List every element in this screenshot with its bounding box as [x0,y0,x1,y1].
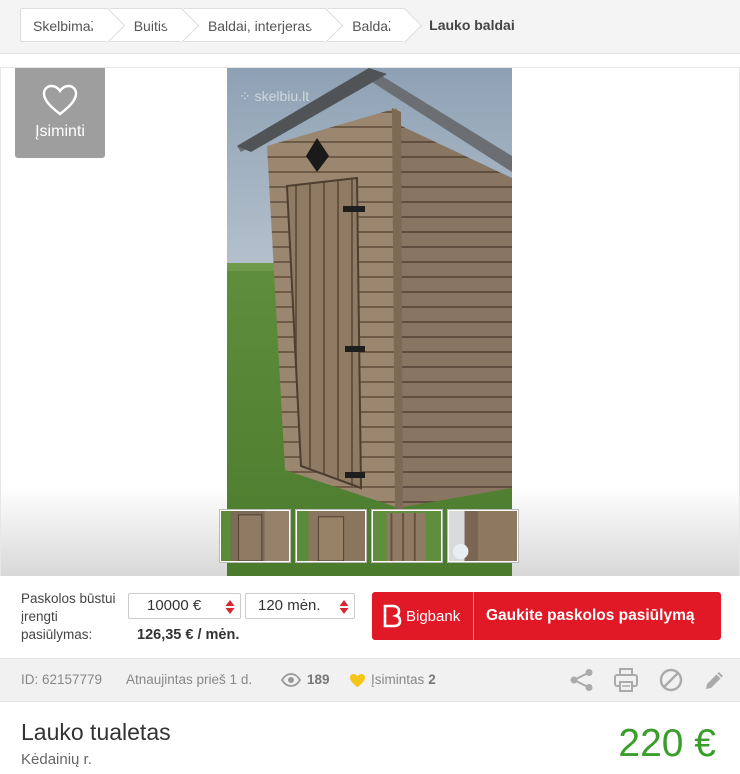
breadcrumb-item-baldai-interjeras[interactable]: Baldai, interjeras [183,8,327,42]
print-icon[interactable] [613,668,639,692]
loan-amount-value: 10000 € [147,597,202,614]
saved-count: Įsimintas 2 [349,659,436,701]
listing-title: Lauko tualetas [21,719,171,745]
view-count: 189 [281,659,330,701]
breadcrumb-current: Lauko baldai [429,17,515,33]
thumbnail-2[interactable] [296,510,366,562]
save-label: Įsiminti [35,123,85,140]
listing-location: Kėdainių r. [21,751,92,768]
saved-label: Įsimintas [371,672,425,687]
edit-icon[interactable] [703,668,727,692]
listing-id: ID: 62157779 [21,672,103,687]
thumbnail-4[interactable] [448,510,518,562]
loan-term-select[interactable]: 120 mėn. [245,593,355,619]
listing-price: 220 € [618,722,716,765]
photo-gallery: ⁘ skelbiu.lt Įsiminti [0,67,740,576]
heart-filled-icon [350,673,365,687]
report-icon[interactable] [658,668,684,692]
breadcrumb-item-skelbimai[interactable]: Skelbimai [20,8,108,42]
main-photo[interactable]: ⁘ skelbiu.lt [227,68,512,576]
loan-term-value: 120 mėn. [258,597,321,614]
bigbank-b-icon [383,604,402,628]
breadcrumb-bar: Skelbimai Buitis Baldai, interjeras Bald… [0,0,740,54]
view-count-value: 189 [307,672,330,687]
share-icon[interactable] [569,668,595,692]
loan-amount-select[interactable]: 10000 € [128,593,241,619]
bigbank-logo: Bigbank [372,592,474,640]
updown-arrow-icon [339,600,349,614]
thumbnail-3[interactable] [372,510,442,562]
loan-cta-label: Gaukite paskolos pasiūlymą [486,607,695,624]
thumbnail-strip [220,510,518,562]
save-button[interactable]: Įsiminti [15,68,105,158]
breadcrumb: Skelbimai Buitis Baldai, interjeras Bald… [20,8,531,42]
updown-arrow-icon [225,600,235,614]
loan-monthly-payment: 126,35 € / mėn. [137,627,240,643]
saved-count-value: 2 [428,672,436,687]
bigbank-name: Bigbank [406,607,461,625]
listing-updated: Atnaujintas prieš 1 d. [126,672,253,687]
loan-label: Paskolos būstui įrengti pasiūlymas: [21,591,116,642]
svg-text:⁘ skelbiu.lt: ⁘ skelbiu.lt [239,88,309,104]
thumbnail-1[interactable] [220,510,290,562]
loan-offer-button[interactable]: Bigbank Gaukite paskolos pasiūlymą [372,592,721,640]
loan-offer: Paskolos būstui įrengti pasiūlymas: 1000… [0,576,740,658]
heart-icon [42,84,78,116]
listing-meta-bar: ID: 62157779 Atnaujintas prieš 1 d. 189 … [0,658,740,702]
eye-icon [281,673,301,687]
